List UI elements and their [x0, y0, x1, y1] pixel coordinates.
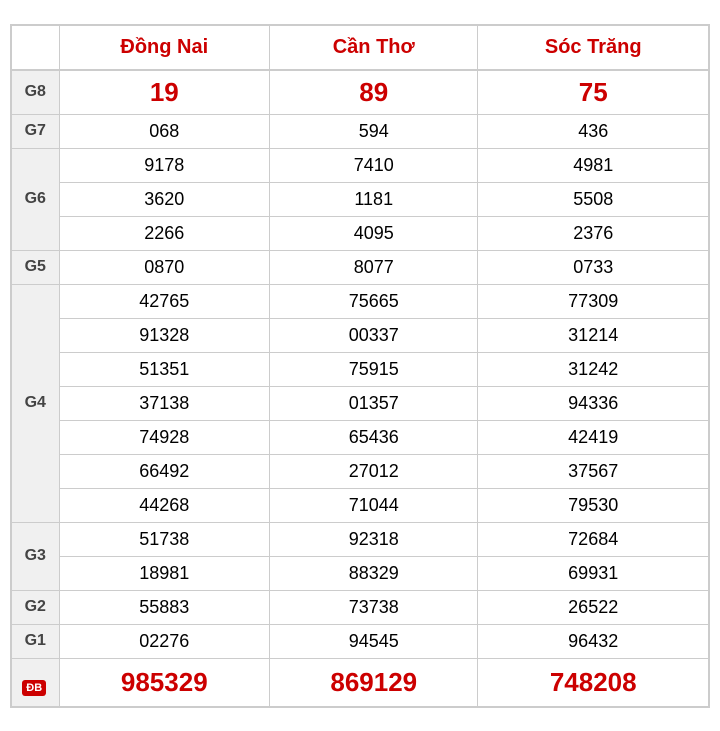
cell-value: 42765 — [59, 284, 270, 318]
cell-value: 72684 — [478, 522, 709, 556]
cell-value: 436 — [478, 114, 709, 148]
table-row: 749286543642419 — [11, 420, 709, 454]
cell-value: 31214 — [478, 318, 709, 352]
row-label: G5 — [11, 250, 59, 284]
cell-value: 44268 — [59, 488, 270, 522]
cell-value: 55883 — [59, 590, 270, 624]
cell-value: 5508 — [478, 182, 709, 216]
table-row: 513517591531242 — [11, 352, 709, 386]
lottery-results-table: Đồng Nai Cần Thơ Sóc Trăng G8198975G7068… — [10, 24, 710, 708]
cell-value: 2376 — [478, 216, 709, 250]
table-row: 371380135794336 — [11, 386, 709, 420]
row-label: G6 — [11, 148, 59, 250]
cell-value: 4095 — [270, 216, 478, 250]
row-label: G7 — [11, 114, 59, 148]
cell-value: 75915 — [270, 352, 478, 386]
cell-value: 91328 — [59, 318, 270, 352]
header-soc-trang: Sóc Trăng — [478, 25, 709, 70]
cell-value: 02276 — [59, 624, 270, 658]
cell-value: 7410 — [270, 148, 478, 182]
cell-value: 01357 — [270, 386, 478, 420]
footer-label: ĐB — [11, 658, 59, 707]
cell-value: 3620 — [59, 182, 270, 216]
footer-row: ĐB 985329869129748208 — [11, 658, 709, 707]
cell-value: 51738 — [59, 522, 270, 556]
row-label: G1 — [11, 624, 59, 658]
cell-value: 26522 — [478, 590, 709, 624]
cell-value: 92318 — [270, 522, 478, 556]
table-row: G7068594436 — [11, 114, 709, 148]
cell-value: 96432 — [478, 624, 709, 658]
cell-value: 8077 — [270, 250, 478, 284]
cell-value: 79530 — [478, 488, 709, 522]
cell-value: 94545 — [270, 624, 478, 658]
table-row: G2558837373826522 — [11, 590, 709, 624]
table-row: 442687104479530 — [11, 488, 709, 522]
cell-value: 594 — [270, 114, 478, 148]
row-label: G8 — [11, 70, 59, 115]
table-row: G6917874104981 — [11, 148, 709, 182]
table-row: G4427657566577309 — [11, 284, 709, 318]
table-body: G8198975G7068594436G69178741049813620118… — [11, 70, 709, 707]
cell-value: 77309 — [478, 284, 709, 318]
cell-value: 66492 — [59, 454, 270, 488]
header-can-tho: Cần Thơ — [270, 25, 478, 70]
table-row: 913280033731214 — [11, 318, 709, 352]
cell-value: 068 — [59, 114, 270, 148]
cell-value: 74928 — [59, 420, 270, 454]
table-row: 362011815508 — [11, 182, 709, 216]
row-label: G4 — [11, 284, 59, 522]
cell-value: 31242 — [478, 352, 709, 386]
cell-value: 37567 — [478, 454, 709, 488]
cell-value: 75 — [478, 70, 709, 115]
table-row: 664922701237567 — [11, 454, 709, 488]
footer-value: 869129 — [270, 658, 478, 707]
footer-value: 748208 — [478, 658, 709, 707]
cell-value: 18981 — [59, 556, 270, 590]
cell-value: 37138 — [59, 386, 270, 420]
cell-value: 65436 — [270, 420, 478, 454]
cell-value: 2266 — [59, 216, 270, 250]
table-row: G8198975 — [11, 70, 709, 115]
cell-value: 71044 — [270, 488, 478, 522]
table-row: G5087080770733 — [11, 250, 709, 284]
cell-value: 75665 — [270, 284, 478, 318]
table-row: 226640952376 — [11, 216, 709, 250]
table-row: G3517389231872684 — [11, 522, 709, 556]
row-label: G2 — [11, 590, 59, 624]
header-row: Đồng Nai Cần Thơ Sóc Trăng — [11, 25, 709, 70]
cell-value: 88329 — [270, 556, 478, 590]
cell-value: 4981 — [478, 148, 709, 182]
cell-value: 0733 — [478, 250, 709, 284]
cell-value: 27012 — [270, 454, 478, 488]
cell-value: 1181 — [270, 182, 478, 216]
cell-value: 19 — [59, 70, 270, 115]
cell-value: 73738 — [270, 590, 478, 624]
footer-value: 985329 — [59, 658, 270, 707]
cell-value: 00337 — [270, 318, 478, 352]
cell-value: 51351 — [59, 352, 270, 386]
cell-value: 94336 — [478, 386, 709, 420]
cell-value: 42419 — [478, 420, 709, 454]
table-row: G1022769454596432 — [11, 624, 709, 658]
table-row: 189818832969931 — [11, 556, 709, 590]
cell-value: 9178 — [59, 148, 270, 182]
cell-value: 0870 — [59, 250, 270, 284]
cell-value: 69931 — [478, 556, 709, 590]
header-dong-nai: Đồng Nai — [59, 25, 270, 70]
cell-value: 89 — [270, 70, 478, 115]
row-label: G3 — [11, 522, 59, 590]
db-badge: ĐB — [22, 680, 46, 696]
header-empty — [11, 25, 59, 70]
